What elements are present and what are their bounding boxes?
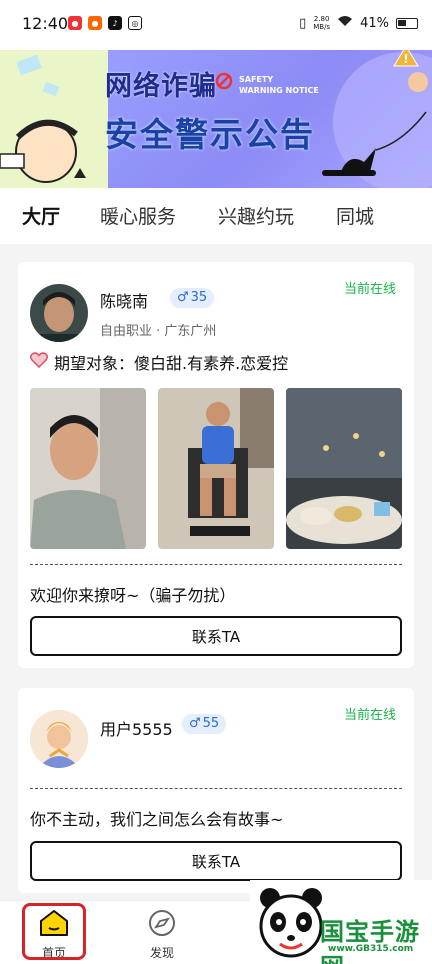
status-time: 12:40 [22, 14, 69, 33]
highlight-box [22, 903, 86, 960]
nav-discover[interactable]: 发现 [132, 909, 192, 961]
male-icon: ♂ [189, 716, 201, 731]
greeting-text: 欢迎你来撩呀~（骗子勿扰） [30, 586, 236, 605]
nav-discover-label: 发现 [149, 946, 174, 960]
user-name: 陈晓南 [100, 292, 149, 311]
notification-icons: ● ● ♪ ◎ [68, 16, 142, 30]
banner-subtitle: SAFETY WARNING NOTICE [239, 75, 319, 95]
battery-text: 41% [360, 15, 389, 31]
contact-button[interactable]: 联系TA [30, 616, 402, 656]
age-badge: ♂ 55 [182, 714, 227, 734]
male-icon: ♂ [177, 290, 189, 305]
age-badge: ♂ 35 [170, 288, 215, 308]
watermark-title: 国宝手游网 [320, 918, 420, 964]
battery-icon [396, 17, 418, 29]
expect-text: 期望对象：傻白甜.有素养.恋爱控 [54, 354, 289, 373]
panda-logo-icon [259, 888, 323, 958]
status-right: ▯ 2.80 MB/s 41% [299, 15, 418, 31]
app-notification-icon: ◎ [128, 16, 142, 30]
expect-row: 期望对象：傻白甜.有素养.恋爱控 [29, 350, 289, 374]
tab-hall[interactable]: 大厅 [20, 202, 62, 229]
vibrate-icon: ▯ [299, 15, 307, 31]
greeting-text: 你不主动，我们之间怎么会有故事~ [30, 810, 284, 829]
banner-title-line2: 安全警示公告 [105, 115, 315, 154]
tab-interest-play[interactable]: 兴趣约玩 [218, 202, 294, 229]
heart-icon [29, 352, 49, 372]
avatar[interactable] [30, 284, 88, 342]
divider [30, 788, 402, 789]
app-notification-icon: ● [68, 16, 82, 30]
tab-warm-service[interactable]: 暖心服务 [100, 202, 176, 229]
avatar[interactable] [30, 710, 88, 768]
app-notification-icon: ● [88, 16, 102, 30]
net-speed: 2.80 MB/s [313, 15, 331, 31]
category-tabs: 大厅 暖心服务 兴趣约玩 同城 [0, 188, 432, 244]
user-card[interactable]: 用户5555 ♂ 55 当前在线 你不主动，我们之间怎么会有故事~ 联系TA [18, 688, 414, 893]
user-photo[interactable] [286, 388, 402, 549]
user-photo[interactable] [158, 388, 274, 549]
status-bar: 12:40 ● ● ♪ ◎ ▯ 2.80 MB/s 41% [0, 0, 432, 50]
online-status: 当前在线 [343, 282, 396, 297]
tab-same-city[interactable]: 同城 [336, 202, 374, 229]
user-meta: 自由职业 · 广东广州 [100, 324, 217, 339]
svg-text:!: ! [403, 52, 408, 66]
divider [30, 564, 402, 565]
user-photo[interactable] [30, 388, 146, 549]
no-sign-icon [215, 72, 233, 94]
online-status: 当前在线 [343, 708, 396, 723]
watermark-url: www.GB315.com [328, 944, 414, 954]
user-name: 用户5555 [100, 720, 173, 739]
banner-title-line1: 网络诈骗 [105, 71, 217, 102]
tiktok-icon: ♪ [108, 16, 122, 30]
compass-icon [147, 909, 177, 940]
contact-button[interactable]: 联系TA [30, 841, 402, 881]
user-card[interactable]: 陈晓南 ♂ 35 自由职业 · 广东广州 当前在线 期望对象：傻白甜.有素养.恋… [18, 262, 414, 668]
wifi-icon [337, 15, 353, 31]
